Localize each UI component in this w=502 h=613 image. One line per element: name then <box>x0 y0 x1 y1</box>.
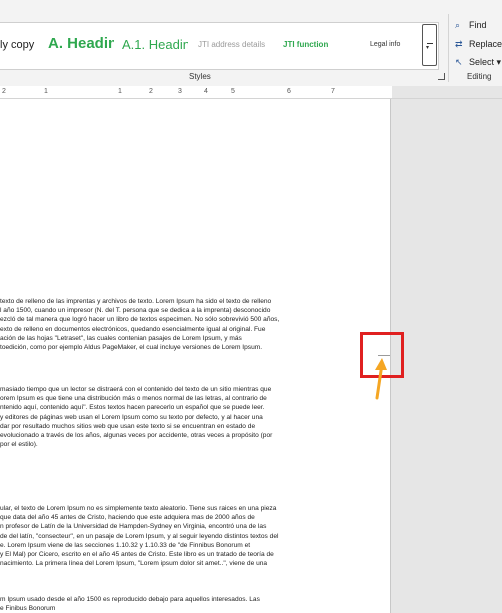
style-a-heading[interactable]: A. Heading <box>48 34 114 54</box>
dialog-launcher-icon[interactable] <box>438 73 445 80</box>
text-line: nacimiento. La primera línea del Lorem I… <box>0 560 268 568</box>
text-line: de del latín, "consecteur", en un pasaje… <box>0 532 279 540</box>
text-line: ntenido aquí, contenido aquí". Estos tex… <box>0 404 265 412</box>
text-line: y El Mal) por Cicero, escrito en el año … <box>0 551 274 559</box>
arrow-up-icon <box>375 358 387 400</box>
text-line: orem Ipsum es que tiene una distribución… <box>0 395 267 403</box>
text-line: evolucionado a través de los años, algun… <box>0 432 273 440</box>
ruler-tick: 5 <box>231 88 235 95</box>
styles-group-label: Styles <box>189 72 211 81</box>
text-line: exto de relleno en documentos electrónic… <box>0 325 266 333</box>
text-line: l año 1500, cuando un impresor (N. del T… <box>0 307 271 315</box>
text-line: e. Lorem Ipsum viene de las secciones 1.… <box>0 541 251 549</box>
search-icon: ⌕ <box>455 20 461 30</box>
select-button[interactable]: ↖ Select ▾ <box>455 57 501 68</box>
text-line: n profesor de Latín de la Universidad de… <box>0 523 267 531</box>
styles-more-button[interactable]: ▾ <box>422 24 437 66</box>
horizontal-ruler[interactable]: 2 1 1 2 3 4 5 6 7 <box>0 86 392 99</box>
style-legal-info[interactable]: Legal info <box>370 35 400 55</box>
paragraph-3: ular, el texto de Lorem Ipsum no es simp… <box>0 504 370 568</box>
replace-button[interactable]: ⇄ Replace <box>455 39 502 50</box>
ruler-tick: 2 <box>149 88 153 95</box>
find-label: Find <box>469 20 487 30</box>
ruler-tick: 1 <box>44 88 48 95</box>
ruler-tick: 6 <box>287 88 291 95</box>
text-line: m Ipsum usado desde el año 1500 es repro… <box>0 596 260 603</box>
more-bar-icon <box>427 43 433 44</box>
replace-icon: ⇄ <box>455 39 463 49</box>
ruler-margin-area <box>392 86 502 99</box>
ribbon: ly copy A. Heading A.1. Headin JTI addre… <box>0 0 502 87</box>
style-a1-heading[interactable]: A.1. Headin <box>122 35 188 55</box>
style-jti-function[interactable]: JTI function <box>283 35 328 55</box>
ruler-tick: 3 <box>178 88 182 95</box>
text-line: que data del año 45 antes de Cristo, hac… <box>0 514 255 522</box>
ruler-tick: 4 <box>204 88 208 95</box>
text-line: toedición, como por ejemplo Aldus PageMa… <box>0 344 263 352</box>
select-label: Select <box>469 57 495 67</box>
text-line: por el estilo). <box>0 441 38 449</box>
paragraph-2: masiado tiempo que un lector se distraer… <box>0 385 370 449</box>
style-jti-address-details[interactable]: JTI address details <box>198 35 265 55</box>
editing-group-label: Editing <box>467 72 492 81</box>
text-line: e Finibus Bonorum <box>0 605 56 613</box>
paragraph-4: m Ipsum usado desde el año 1500 es repro… <box>0 595 370 613</box>
chevron-down-icon: ▾ <box>494 57 502 67</box>
ruler-tick: 7 <box>331 88 335 95</box>
ruler-tick: 1 <box>118 88 122 95</box>
document-page[interactable]: texto de relleno de las imprentas y arch… <box>0 99 391 613</box>
ruler-tick: 2 <box>2 88 6 95</box>
text-line: dar por resultado muchos sitios web que … <box>0 422 256 430</box>
text-line: texto de relleno de las imprentas y arch… <box>0 298 272 305</box>
text-line: ezcló de tal manera que logró hacer un l… <box>0 316 280 324</box>
text-line: ación de las hojas "Letraset", las cuale… <box>0 334 242 342</box>
group-divider <box>448 14 449 82</box>
replace-label: Replace <box>469 39 502 49</box>
chevron-down-icon: ▾ <box>426 45 430 51</box>
text-line: y editores de páginas web usan el Lorem … <box>0 413 263 421</box>
text-line: ular, el texto de Lorem Ipsum no es simp… <box>0 505 277 512</box>
cursor-icon: ↖ <box>455 57 463 67</box>
find-button[interactable]: ⌕ Find <box>455 20 487 31</box>
styles-gallery: ly copy A. Heading A.1. Headin JTI addre… <box>0 22 439 70</box>
paragraph-1: texto de relleno de las imprentas y arch… <box>0 297 370 352</box>
text-line: masiado tiempo que un lector se distraer… <box>0 386 272 393</box>
style-body-copy[interactable]: ly copy <box>0 35 34 55</box>
